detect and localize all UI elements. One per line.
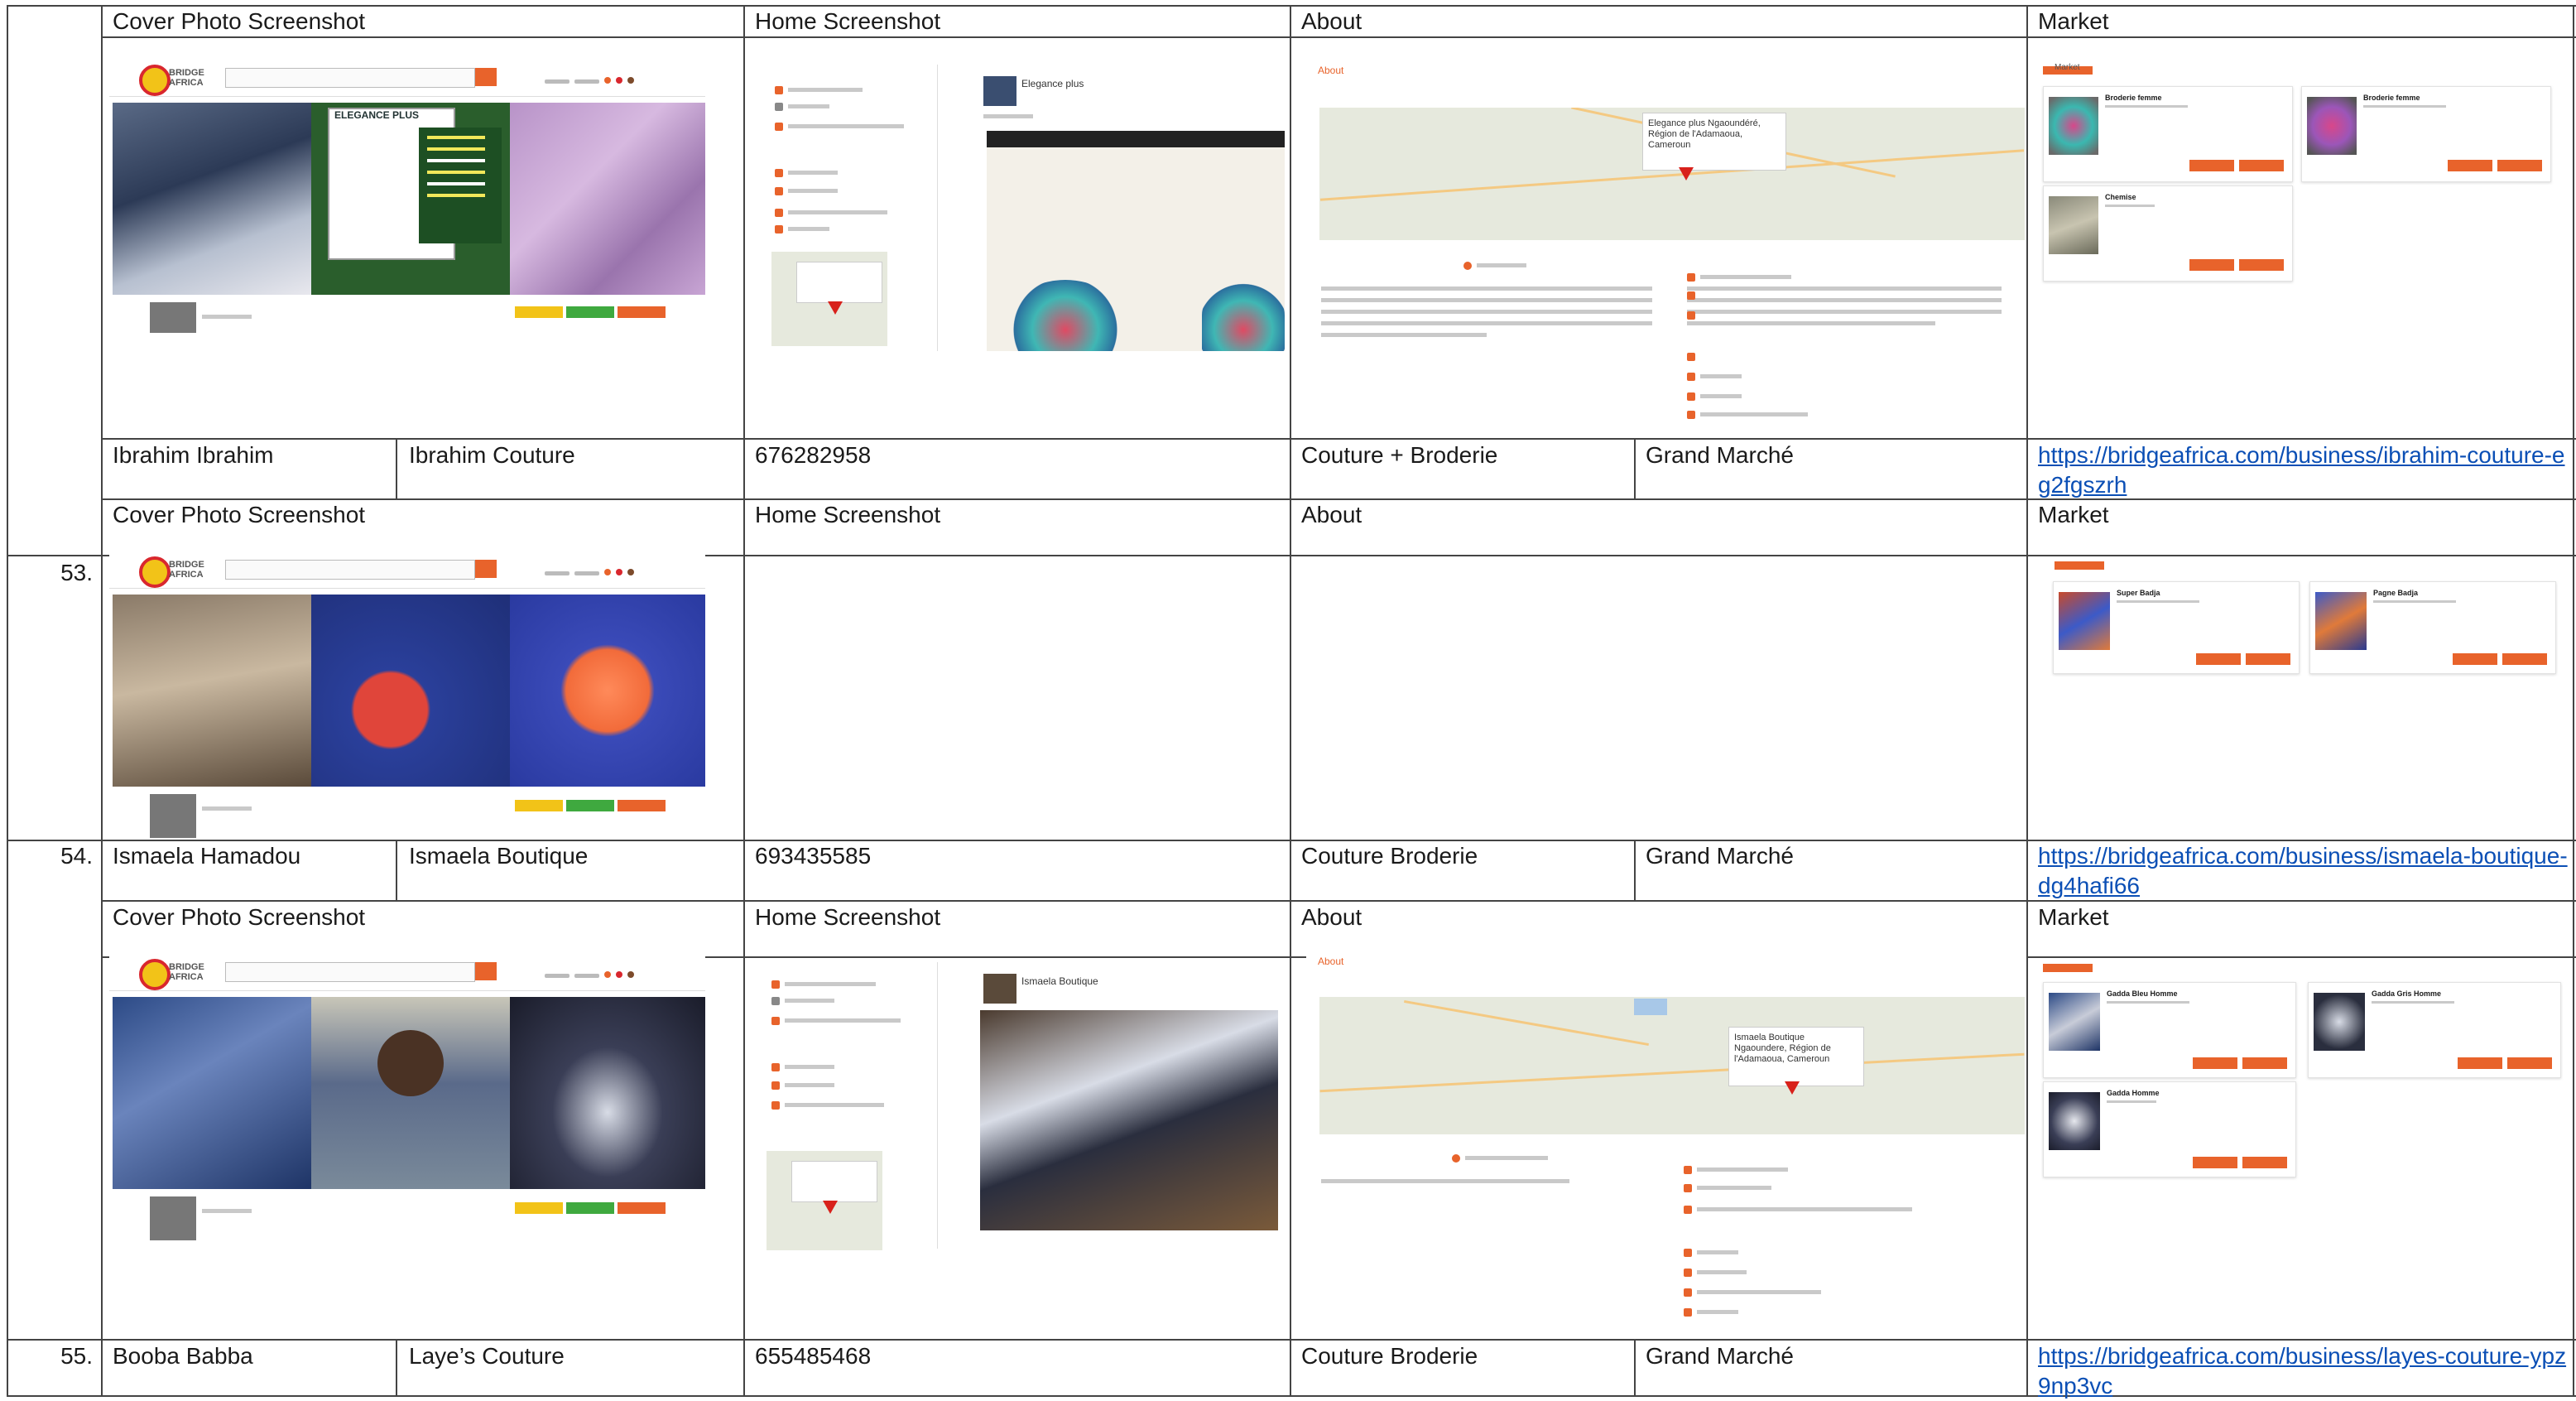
- business-url-link[interactable]: https://bridgeafrica.com/business/ismael…: [2038, 841, 2568, 901]
- market-heading-1: Market: [2055, 63, 2080, 72]
- activity: Couture Broderie: [1301, 843, 1478, 869]
- about-map-3: Ismaela Boutique Ngaoundere, Région de l…: [1319, 997, 2025, 1134]
- product-card: Gadda Gris Homme: [2308, 982, 2561, 1078]
- header-cover: Cover Photo Screenshot: [113, 904, 366, 930]
- business-name: Ibrahim Couture: [409, 442, 575, 468]
- about-screenshot-3: About Ismaela Boutique Ngaoundere, Régio…: [1306, 954, 2026, 1326]
- product-card: Super Badja: [2053, 581, 2300, 674]
- business-name: Ismaela Boutique: [409, 843, 589, 869]
- row-number: 53.: [60, 560, 93, 585]
- activity: Couture Broderie: [1301, 1343, 1478, 1369]
- cover-photo-poster: ELEGANCE PLUS: [311, 103, 510, 295]
- product-name: Gadda Gris Homme: [2372, 989, 2442, 998]
- cover-photo-blue-fabric: [113, 997, 311, 1189]
- market-screenshot-2: Super Badja Pagne Badja: [2050, 558, 2563, 682]
- product-name: Gadda Homme: [2107, 1089, 2160, 1097]
- header-cover: Cover Photo Screenshot: [113, 502, 366, 527]
- market-screenshot-3: Gadda Bleu Homme Gadda Gris Homme Gadda …: [2038, 960, 2573, 1184]
- product-name: Broderie femme: [2105, 94, 2162, 102]
- business-url-link[interactable]: https://bridgeafrica.com/business/layes-…: [2038, 1341, 2568, 1401]
- header-about: About: [1301, 502, 1362, 527]
- location: Grand Marché: [1646, 442, 1794, 468]
- activity: Couture + Broderie: [1301, 442, 1498, 468]
- product-card: Broderie femme: [2043, 86, 2293, 182]
- logo-text: BRIDGE AFRICA: [169, 560, 204, 580]
- product-card: Broderie femme: [2301, 86, 2551, 182]
- header-home: Home Screenshot: [755, 904, 941, 930]
- about-heading-1: About: [1318, 65, 1344, 76]
- product-name: Chemise: [2105, 193, 2136, 201]
- location: Grand Marché: [1646, 843, 1794, 869]
- product-card: Gadda Bleu Homme: [2043, 982, 2296, 1078]
- about-map-1: Elegance plus Ngaoundéré, Région de l'Ad…: [1319, 108, 2025, 240]
- cover-photo-workshop: [113, 595, 311, 787]
- home-name-1: Elegance plus: [1021, 78, 1084, 89]
- market-screenshot-1: Market Broderie femme Broderie femme Che…: [2038, 63, 2573, 286]
- cover-photo-fabric: [510, 103, 705, 295]
- product-name: Pagne Badja: [2373, 589, 2419, 597]
- phone-number: 655485468: [755, 1343, 872, 1369]
- about-screenshot-1: About Elegance plus Ngaoundéré, Région d…: [1306, 63, 2026, 427]
- cover-photo-dark-fabric: [510, 997, 705, 1189]
- header-market: Market: [2038, 8, 2109, 34]
- header-cover: Cover Photo Screenshot: [113, 8, 366, 34]
- poster-title: ELEGANCE PLUS: [334, 109, 420, 121]
- header-home: Home Screenshot: [755, 502, 941, 527]
- phone-number: 693435585: [755, 843, 872, 869]
- header-home: Home Screenshot: [755, 8, 941, 34]
- home-post-fabric: [980, 1010, 1278, 1230]
- cover-photo-tailor: [113, 103, 311, 295]
- header-market: Market: [2038, 502, 2109, 527]
- product-card: Gadda Homme: [2043, 1081, 2296, 1177]
- cover-screenshot-1: BRIDGE AFRICA ELEGANCE PLUS: [109, 60, 705, 333]
- business-name: Laye’s Couture: [409, 1343, 565, 1369]
- owner-name: Ibrahim Ibrahim: [113, 442, 274, 468]
- cover-photo-embroidery-orange: [510, 595, 705, 787]
- row-number: 55.: [60, 1343, 93, 1369]
- map-card-1: Elegance plus Ngaoundéré, Région de l'Ad…: [1642, 113, 1786, 171]
- header-market: Market: [2038, 904, 2109, 930]
- cover-photo-man: [311, 997, 510, 1189]
- map-card-3: Ismaela Boutique Ngaoundere, Région de l…: [1728, 1027, 1864, 1086]
- cover-photo-embroidery-blue: [311, 595, 510, 787]
- business-url-link[interactable]: https://bridgeafrica.com/business/ibrahi…: [2038, 441, 2568, 500]
- home-screenshot-3: Ismaela Boutique: [755, 960, 1290, 1259]
- logo-text: BRIDGE AFRICA: [169, 962, 204, 982]
- cover-screenshot-2: BRIDGE AFRICA: [109, 551, 705, 838]
- home-screenshot-1: Elegance plus: [755, 63, 1290, 353]
- home-name-2: Ismaela Boutique: [1021, 975, 1098, 987]
- product-card: Chemise: [2043, 185, 2293, 282]
- cover-screenshot-3: BRIDGE AFRICA: [109, 954, 705, 1240]
- location: Grand Marché: [1646, 1343, 1794, 1369]
- owner-name: Booba Babba: [113, 1343, 253, 1369]
- product-name: Gadda Bleu Homme: [2107, 989, 2178, 998]
- product-name: Super Badja: [2117, 589, 2160, 597]
- logo-text: BRIDGE AFRICA: [169, 68, 204, 88]
- header-about: About: [1301, 8, 1362, 34]
- phone-number: 676282958: [755, 442, 872, 468]
- product-name: Broderie femme: [2363, 94, 2420, 102]
- about-heading-3: About: [1318, 956, 1344, 967]
- row-number: 54.: [60, 843, 93, 869]
- home-post-embroidery: [987, 131, 1285, 351]
- product-card: Pagne Badja: [2309, 581, 2556, 674]
- header-about: About: [1301, 904, 1362, 930]
- owner-name: Ismaela Hamadou: [113, 843, 301, 869]
